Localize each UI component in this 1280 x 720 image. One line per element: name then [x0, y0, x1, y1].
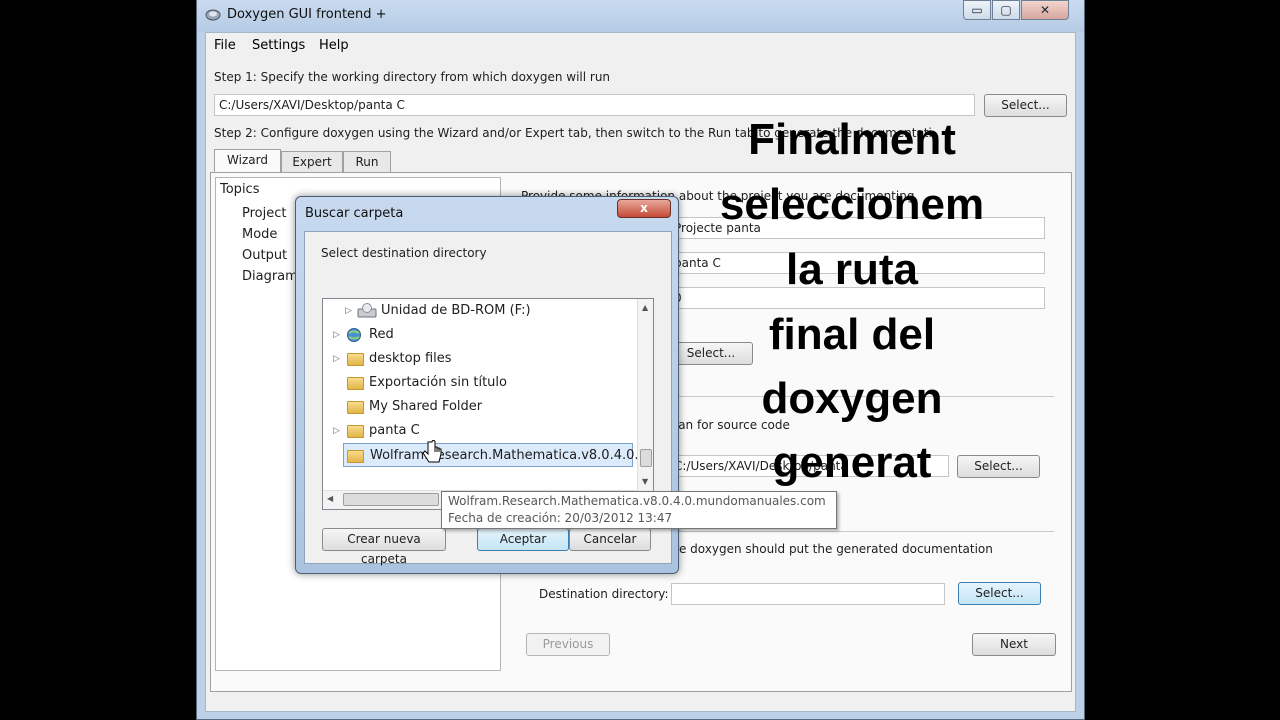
tab-expert[interactable]: Expert — [281, 151, 343, 173]
scroll-thumb[interactable] — [343, 493, 439, 506]
folder-icon — [347, 450, 364, 463]
working-directory-field[interactable]: C:/Users/XAVI/Desktop/panta C — [214, 94, 975, 116]
close-icon: x — [640, 201, 648, 215]
dialog-prompt: Select destination directory — [321, 246, 487, 260]
caption-line: final del — [768, 310, 936, 359]
destination-directory-select-button[interactable]: Select... — [958, 582, 1041, 605]
destination-directory-label: Destination directory: — [539, 587, 669, 601]
expand-arrow-icon[interactable]: ▷ — [333, 419, 340, 443]
tree-item-desktop-files[interactable]: ▷ desktop files — [323, 347, 635, 371]
previous-button[interactable]: Previous — [526, 633, 610, 656]
dialog-close-button[interactable]: x — [617, 199, 671, 218]
optical-drive-icon — [357, 303, 377, 318]
expand-arrow-icon[interactable]: ▷ — [345, 299, 352, 323]
scroll-down-arrow-icon[interactable]: ▼ — [642, 477, 648, 486]
maximize-button[interactable]: ▢ — [992, 0, 1020, 20]
minimize-icon: ▭ — [971, 3, 983, 17]
caption-line: seleccionem — [719, 180, 985, 229]
tree-item-label: desktop files — [369, 351, 452, 366]
tree-item-label: Wolfram.Research.Mathematica.v8.0.4.0.mu — [370, 448, 654, 463]
maximize-icon: ▢ — [1000, 3, 1012, 17]
menu-help[interactable]: Help — [319, 38, 349, 53]
tree-item-label: Red — [369, 327, 394, 342]
working-directory-select-button[interactable]: Select... — [984, 94, 1067, 117]
tree-item-red[interactable]: ▷ Red — [323, 323, 635, 347]
title-bar[interactable]: Doxygen GUI frontend + ▭ ▢ ✕ — [197, 0, 1084, 32]
new-folder-button[interactable]: Crear nueva carpeta — [322, 528, 446, 566]
expand-arrow-icon[interactable]: ▷ — [333, 323, 340, 347]
topic-mode[interactable]: Mode — [242, 227, 277, 242]
hand-cursor-icon — [422, 440, 442, 463]
folder-icon — [347, 425, 364, 438]
network-icon — [347, 328, 361, 342]
close-button[interactable]: ✕ — [1021, 0, 1069, 20]
folder-tree[interactable]: ▷ Unidad de BD-ROM (F:) ▷ Red ▷ desktop … — [322, 298, 654, 510]
scroll-thumb[interactable] — [640, 449, 652, 467]
destination-directory-field[interactable] — [671, 583, 945, 605]
tree-item-label: Exportación sin título — [369, 375, 507, 390]
dialog-title: Buscar carpeta — [305, 206, 404, 221]
caption-line: doxygen — [761, 374, 943, 423]
menu-file[interactable]: File — [214, 38, 236, 53]
folder-icon — [347, 353, 364, 366]
tree-item-exportacion[interactable]: Exportación sin título — [323, 371, 635, 395]
folder-icon — [347, 401, 364, 414]
tree-item-my-shared-folder[interactable]: My Shared Folder — [323, 395, 635, 419]
caption-line: Finalment — [748, 115, 956, 164]
tab-wizard[interactable]: Wizard — [214, 149, 281, 172]
scroll-up-arrow-icon[interactable]: ▲ — [642, 303, 648, 312]
tree-item-label: Unidad de BD-ROM (F:) — [381, 303, 531, 318]
folder-icon — [347, 377, 364, 390]
close-icon: ✕ — [1039, 3, 1051, 17]
window-title: Doxygen GUI frontend + — [227, 7, 387, 22]
tab-run[interactable]: Run — [343, 151, 391, 173]
menu-bar: File Settings Help — [206, 33, 1075, 58]
caption-line: generat — [772, 438, 932, 487]
tree-item-label: My Shared Folder — [369, 399, 483, 414]
caption-line: la ruta — [785, 245, 919, 294]
doxygen-app-icon — [205, 9, 221, 21]
expand-arrow-icon[interactable]: ▷ — [333, 347, 340, 371]
scroll-left-arrow-icon[interactable]: ◀ — [327, 494, 333, 503]
tooltip-name: Wolfram.Research.Mathematica.v8.0.4.0.mu… — [448, 494, 826, 508]
tree-item-label: panta C — [369, 423, 420, 438]
tooltip-date: Fecha de creación: 20/03/2012 13:47 — [448, 511, 673, 525]
topic-output[interactable]: Output — [242, 248, 287, 263]
cancel-button[interactable]: Cancelar — [569, 528, 651, 551]
tree-vertical-scrollbar[interactable]: ▲ ▼ — [637, 299, 653, 509]
folder-tooltip: Wolfram.Research.Mathematica.v8.0.4.0.mu… — [441, 491, 837, 529]
menu-settings[interactable]: Settings — [252, 38, 305, 53]
tree-item-wolfram[interactable]: Wolfram.Research.Mathematica.v8.0.4.0.mu — [343, 443, 653, 467]
topics-header: Topics — [220, 182, 260, 197]
step1-label: Step 1: Specify the working directory fr… — [214, 70, 611, 84]
accept-button[interactable]: Aceptar — [477, 528, 569, 551]
tree-item-bd-rom[interactable]: ▷ Unidad de BD-ROM (F:) — [323, 299, 635, 323]
minimize-button[interactable]: ▭ — [963, 0, 991, 20]
topic-project[interactable]: Project — [242, 206, 286, 221]
tree-item-panta-c[interactable]: ▷ panta C — [323, 419, 635, 443]
next-button[interactable]: Next — [972, 633, 1056, 656]
